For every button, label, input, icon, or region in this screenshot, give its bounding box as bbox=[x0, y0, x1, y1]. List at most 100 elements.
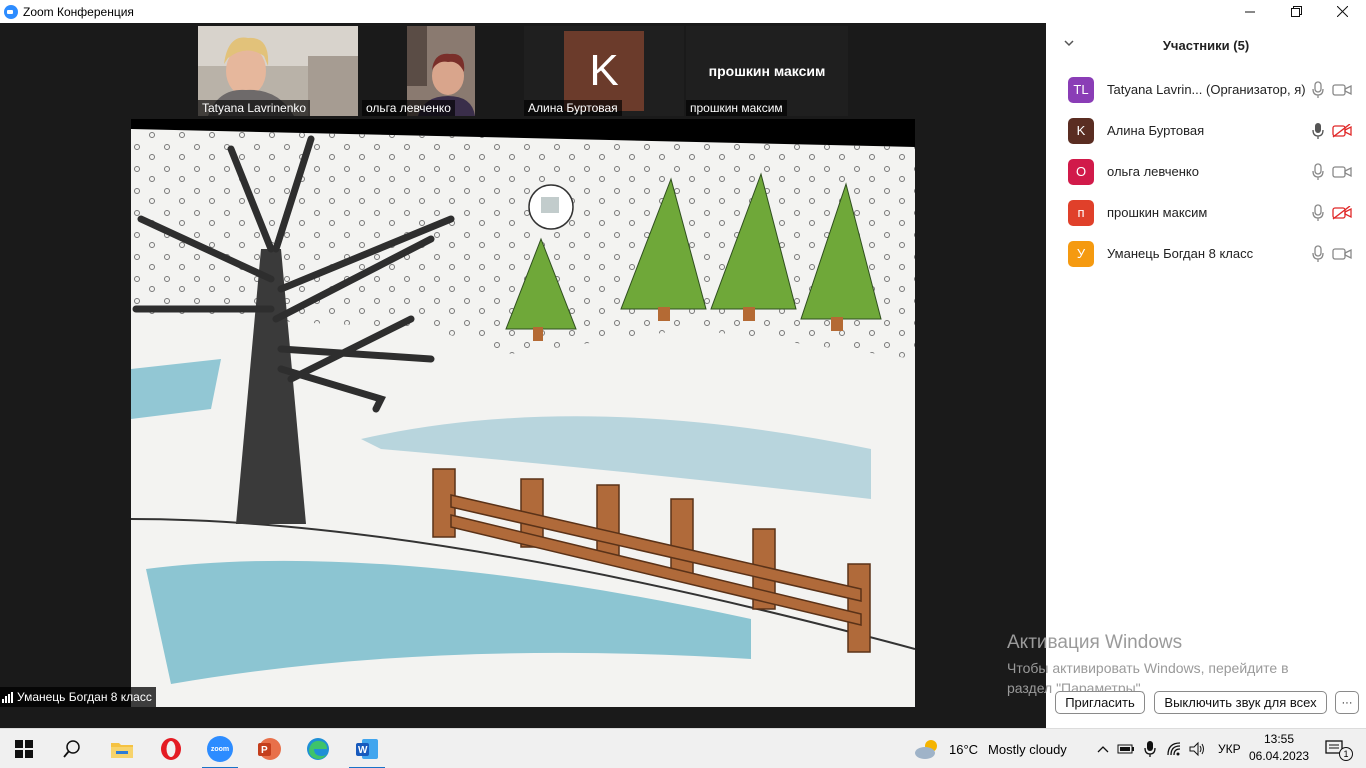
opera-icon bbox=[161, 738, 181, 760]
participant-name: Tatyana Lavrin... bbox=[1107, 82, 1203, 97]
wifi-icon bbox=[1167, 742, 1181, 756]
opera-button[interactable] bbox=[147, 729, 195, 768]
participant-name: Алина Буртовая bbox=[1107, 123, 1205, 138]
active-speaker-name: Уманець Богдан 8 класс bbox=[17, 690, 152, 704]
participants-panel: Участники (5) TL Tatyana Lavrin... (Орга… bbox=[1046, 23, 1366, 728]
clock-time: 13:55 bbox=[1263, 732, 1295, 746]
thumbnail-name: ольга левченко bbox=[362, 100, 455, 116]
zoom-app-icon: zoom bbox=[207, 736, 233, 762]
avatar: TL bbox=[1068, 76, 1094, 103]
avatar: K bbox=[1068, 117, 1094, 144]
participant-row[interactable]: O ольга левченко bbox=[1046, 151, 1366, 192]
network-button[interactable] bbox=[1162, 729, 1186, 768]
participant-name: Уманець Богдан 8 класс bbox=[1107, 246, 1254, 261]
active-speaker-label: Уманець Богдан 8 класс bbox=[0, 687, 156, 707]
video-camera-icon[interactable] bbox=[1332, 83, 1352, 97]
microphone-icon[interactable] bbox=[1312, 244, 1324, 263]
weather-description: Mostly cloudy bbox=[988, 741, 1067, 757]
participant-thumbnail[interactable]: Tatyana Lavrinenko bbox=[198, 26, 358, 116]
video-area: Tatyana Lavrinenko ольга левченко K Алин… bbox=[0, 23, 1046, 710]
speaker-icon bbox=[1189, 741, 1204, 757]
search-button[interactable] bbox=[48, 729, 96, 768]
more-button[interactable]: ··· bbox=[1335, 691, 1359, 714]
word-icon: W bbox=[356, 739, 378, 759]
signal-bars-icon bbox=[2, 691, 13, 703]
title-bar: Zoom Конференция bbox=[0, 0, 1366, 23]
language-indicator[interactable]: УКР bbox=[1218, 729, 1241, 768]
microphone-tray-button[interactable] bbox=[1138, 729, 1162, 768]
weather-temperature: 16°C bbox=[949, 741, 979, 757]
restore-icon bbox=[1290, 6, 1302, 17]
minimize-button[interactable] bbox=[1227, 0, 1273, 23]
powerpoint-icon: P bbox=[258, 738, 281, 760]
participant-thumbnail[interactable]: прошкин максим прошкин максим bbox=[686, 26, 848, 116]
participant-name: ольга левченко bbox=[1107, 164, 1199, 179]
svg-text:P: P bbox=[261, 745, 268, 756]
panel-title: Участники (5) bbox=[1162, 37, 1250, 53]
notifications-button[interactable]: 1 bbox=[1316, 729, 1356, 768]
participant-thumbnail[interactable]: ольга левченко bbox=[362, 26, 522, 116]
clock[interactable]: 13:55 06.04.2023 bbox=[1249, 732, 1309, 763]
avatar: K bbox=[564, 31, 644, 111]
participant-row[interactable]: TL Tatyana Lavrin... (Организатор, я) bbox=[1046, 69, 1366, 110]
maximize-button[interactable] bbox=[1273, 0, 1319, 23]
mute-all-button[interactable]: Выключить звук для всех bbox=[1154, 691, 1327, 714]
watermark-title: Активация Windows bbox=[1007, 632, 1183, 653]
panel-header: Участники (5) bbox=[1046, 23, 1366, 67]
video-camera-off-icon[interactable] bbox=[1332, 123, 1352, 138]
weather-widget[interactable]: 16°C Mostly cloudy bbox=[913, 729, 1067, 768]
participant-row[interactable]: K Алина Буртовая bbox=[1046, 110, 1366, 151]
close-icon bbox=[1336, 6, 1348, 17]
word-button[interactable]: W bbox=[343, 729, 391, 768]
show-hidden-icons-button[interactable] bbox=[1091, 729, 1115, 768]
shared-drawing-image bbox=[131, 119, 915, 707]
clock-date: 06.04.2023 bbox=[1249, 749, 1310, 763]
svg-text:W: W bbox=[358, 745, 368, 756]
participant-name: прошкин максим bbox=[1107, 205, 1208, 220]
thumbnail-name: Алина Буртовая bbox=[524, 100, 622, 116]
avatar: У bbox=[1068, 240, 1094, 267]
file-explorer-button[interactable] bbox=[98, 729, 146, 768]
powerpoint-button[interactable]: P bbox=[245, 729, 293, 768]
language-label: УКР bbox=[1218, 742, 1241, 756]
chevron-down-icon[interactable] bbox=[1064, 37, 1074, 51]
windows-start-button[interactable] bbox=[0, 729, 48, 768]
battery-button[interactable] bbox=[1114, 729, 1138, 768]
avatar: O bbox=[1068, 158, 1094, 185]
close-button[interactable] bbox=[1319, 0, 1365, 23]
microphone-icon bbox=[1144, 741, 1156, 757]
windows-activation-watermark: Активация Windows Чтобы активировать Win… bbox=[1007, 632, 1327, 698]
participant-row[interactable]: У Уманець Богдан 8 класс bbox=[1046, 233, 1366, 274]
search-icon bbox=[63, 740, 80, 758]
microphone-icon[interactable] bbox=[1312, 122, 1324, 140]
folder-icon bbox=[111, 743, 133, 758]
microphone-icon[interactable] bbox=[1312, 203, 1324, 222]
edge-button[interactable] bbox=[294, 729, 342, 768]
microphone-icon[interactable] bbox=[1312, 80, 1324, 99]
participant-role: (Организатор, я) bbox=[1206, 82, 1306, 97]
participant-thumbnail[interactable]: K Алина Буртовая bbox=[524, 26, 684, 116]
avatar: п bbox=[1068, 199, 1094, 226]
shared-screen bbox=[131, 119, 915, 707]
microphone-icon[interactable] bbox=[1312, 162, 1324, 181]
minimize-icon bbox=[1245, 11, 1255, 12]
video-camera-off-icon[interactable] bbox=[1332, 205, 1352, 220]
windows-logo-icon bbox=[15, 740, 33, 758]
volume-button[interactable] bbox=[1186, 729, 1210, 768]
participant-row[interactable]: п прошкин максим bbox=[1046, 192, 1366, 233]
participant-display-name: прошкин максим bbox=[708, 63, 826, 79]
video-camera-icon[interactable] bbox=[1332, 165, 1352, 179]
battery-icon bbox=[1117, 744, 1134, 754]
notification-count: 1 bbox=[1339, 747, 1353, 761]
thumbnail-name: прошкин максим bbox=[686, 100, 787, 116]
edge-icon bbox=[307, 738, 329, 760]
chevron-up-icon bbox=[1097, 746, 1109, 753]
window-title: Zoom Конференция bbox=[23, 4, 134, 19]
taskbar: zoom P W 16°C Mostly cloudy УКР 13:55 06… bbox=[0, 728, 1366, 768]
partly-cloudy-icon bbox=[915, 740, 937, 759]
zoom-taskbar-button[interactable]: zoom bbox=[196, 729, 244, 768]
video-camera-icon[interactable] bbox=[1332, 247, 1352, 261]
invite-button[interactable]: Пригласить bbox=[1055, 691, 1145, 714]
zoom-logo-icon bbox=[4, 4, 18, 19]
thumbnail-name: Tatyana Lavrinenko bbox=[198, 100, 311, 116]
